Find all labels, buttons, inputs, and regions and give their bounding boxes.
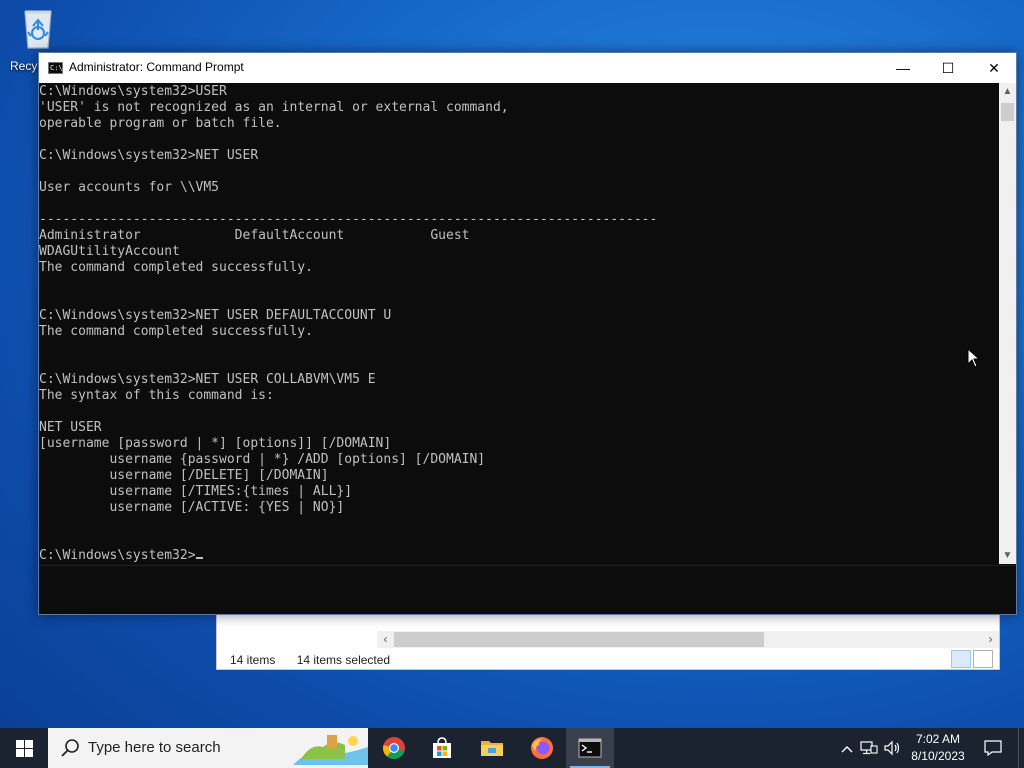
network-tray-button[interactable]	[860, 728, 882, 768]
console-line: operable program or batch file.	[39, 116, 282, 131]
network-icon	[860, 741, 878, 755]
taskbar-store-button[interactable]	[418, 728, 466, 768]
taskbar-file-explorer-button[interactable]	[468, 728, 516, 768]
search-highlight-art-icon	[293, 735, 368, 765]
console-line: C:\Windows\system32>USER	[39, 84, 227, 99]
vertical-scrollbar[interactable]: ▲ ▼	[999, 83, 1016, 564]
scrollbar-thumb[interactable]	[1001, 103, 1014, 121]
notification-icon	[984, 740, 1002, 757]
item-count: 14 items	[230, 653, 276, 667]
maximize-button[interactable]: ☐	[925, 53, 971, 83]
show-desktop-button[interactable]	[1018, 728, 1024, 768]
console-line: C:\Windows\system32>NET USER	[39, 148, 259, 163]
mouse-pointer-icon	[967, 348, 981, 368]
console-line: The syntax of this command is:	[39, 388, 274, 403]
selected-count: 14 items selected	[296, 653, 391, 667]
file-explorer-window: ‹ › 14 items 14 items selected	[216, 612, 1000, 670]
volume-icon	[884, 740, 900, 756]
console-lower-area	[39, 565, 1016, 614]
console-line: User accounts for \\VM5	[39, 180, 220, 195]
console-line: WDAGUtilityAccount	[39, 244, 180, 259]
taskbar-chrome-button[interactable]	[370, 728, 418, 768]
console-line: C:\Windows\system32>NET USER DEFAULTACCO…	[39, 308, 392, 323]
details-view-icon[interactable]	[951, 650, 971, 668]
clock-date: 8/10/2023	[911, 749, 965, 763]
taskbar-clock[interactable]: 7:02 AM 8/10/2023	[902, 731, 974, 765]
window-title: Administrator: Command Prompt	[69, 60, 244, 74]
console-line: Administrator DefaultAccount Guest	[39, 228, 470, 243]
cmd-app-icon: C:\	[48, 62, 63, 74]
close-button[interactable]: ✕	[971, 53, 1017, 83]
title-bar[interactable]: C:\ Administrator: Command Prompt — ☐ ✕	[39, 53, 1016, 83]
windows-logo-icon	[16, 740, 33, 757]
chrome-icon	[383, 737, 405, 759]
minimize-button[interactable]: —	[880, 53, 926, 83]
console-line: The command completed successfully.	[39, 324, 313, 339]
clock-time: 7:02 AM	[915, 732, 961, 746]
command-prompt-window: C:\ Administrator: Command Prompt — ☐ ✕ …	[38, 52, 1017, 615]
scrollbar-thumb[interactable]	[394, 632, 764, 647]
scroll-right-arrow-icon[interactable]: ›	[982, 631, 999, 648]
console-line: C:\Windows\system32>	[39, 548, 1001, 564]
text-cursor	[195, 557, 203, 559]
scroll-left-arrow-icon[interactable]: ‹	[377, 631, 394, 648]
search-icon	[61, 739, 79, 757]
view-toggle	[949, 650, 993, 673]
command-prompt-icon	[578, 738, 602, 758]
console-line: ----------------------------------------…	[39, 212, 658, 227]
recycle-bin-icon	[24, 10, 52, 49]
status-bar: 14 items 14 items selected	[230, 653, 408, 667]
taskbar-command-prompt-button[interactable]	[566, 728, 614, 768]
console-line: username [/TIMES:{times | ALL}]	[39, 484, 353, 499]
console-line: 'USER' is not recognized as an internal …	[39, 100, 509, 115]
console-line: NET USER	[39, 420, 102, 435]
scroll-up-arrow-icon[interactable]: ▲	[999, 83, 1016, 100]
console-line: username [/DELETE] [/DOMAIN]	[39, 468, 329, 483]
large-icons-view-icon[interactable]	[973, 650, 993, 668]
scroll-down-arrow-icon[interactable]: ▼	[999, 547, 1016, 564]
action-center-button[interactable]	[978, 728, 1008, 768]
console-line: The command completed successfully.	[39, 260, 313, 275]
show-hidden-icons-button[interactable]	[836, 728, 858, 768]
console-line: username [/ACTIVE: {YES | NO}]	[39, 500, 345, 515]
taskbar: Type here to search 7:02 AM 8/10/2023	[0, 728, 1024, 768]
console-line: [username [password | *] [options]] [/DO…	[39, 436, 392, 451]
console-line: C:\Windows\system32>NET USER COLLABVM\VM…	[39, 372, 376, 387]
store-icon	[433, 737, 451, 758]
console-output[interactable]: C:\Windows\system32>USER 'USER' is not re…	[39, 83, 1001, 564]
search-placeholder: Type here to search	[88, 739, 221, 756]
taskbar-search-box[interactable]: Type here to search	[48, 728, 368, 768]
file-explorer-icon	[481, 741, 503, 756]
chevron-up-icon	[841, 746, 853, 753]
start-button[interactable]	[0, 728, 48, 768]
console-line: username {password | *} /ADD [options] […	[39, 452, 486, 467]
horizontal-scrollbar[interactable]: ‹ ›	[377, 631, 999, 648]
taskbar-firefox-button[interactable]	[518, 728, 566, 768]
firefox-icon	[531, 737, 553, 759]
